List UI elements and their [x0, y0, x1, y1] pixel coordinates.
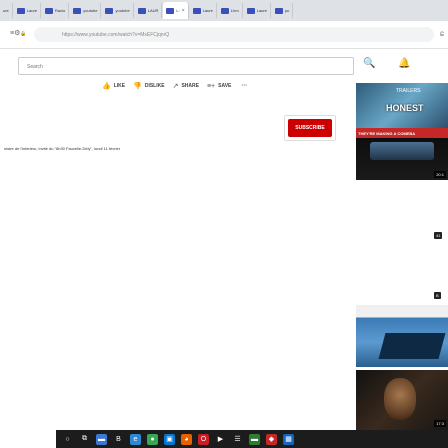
tab-label: Laure: [26, 8, 38, 13]
thumbnail-image: [378, 333, 446, 359]
tab-label: pu: [284, 8, 290, 13]
search-placeholder: Search: [27, 64, 43, 70]
browser-tab[interactable]: L: ×: [163, 2, 189, 19]
app-icon-7[interactable]: ▦: [283, 433, 294, 445]
thumbnail-badge: 41: [434, 232, 443, 239]
app-icon-1[interactable]: ▬: [96, 433, 107, 445]
search-input[interactable]: Search: [18, 57, 354, 75]
browser-tab[interactable]: Laure: [244, 3, 271, 18]
extension-icon[interactable]: ɕ: [440, 29, 444, 38]
site-favicon-icon: [192, 7, 201, 14]
app-icon-6[interactable]: ◆: [266, 433, 277, 445]
site-favicon-icon: [137, 7, 146, 14]
tab-label: youtube: [83, 8, 98, 13]
site-favicon-icon: [220, 7, 229, 14]
recommended-thumbnail-3[interactable]: [356, 305, 448, 367]
share-icon: ↗: [172, 83, 179, 90]
tab-label: youtube: [115, 8, 130, 13]
thumbnail-title: HONEST: [386, 103, 424, 113]
tab-label: Laure: [256, 8, 267, 13]
thumbnail-badge: B: [434, 292, 441, 299]
save-button[interactable]: ≡+ SAVE: [207, 83, 231, 90]
site-favicon-icon: [45, 7, 54, 14]
lock-icon: 🔒: [20, 31, 27, 37]
browser-tab[interactable]: pu: [272, 3, 294, 18]
app-icon-edge[interactable]: e: [130, 433, 141, 445]
browser-tab[interactable]: Racio: [42, 3, 70, 18]
url-field[interactable]: https://www.youtube.com/watch?v=MxEFCjqn…: [34, 27, 434, 42]
app-icon-2[interactable]: B: [113, 433, 124, 445]
app-icon-chrome[interactable]: ●: [147, 433, 158, 445]
dislike-label: DISLIKE: [144, 83, 165, 89]
search-icon[interactable]: 🔍: [363, 58, 375, 69]
thumbs-down-icon: 👎: [133, 83, 142, 90]
tabs-container: Laure Racio youtube youtube LAUR L: × Laure Lhm L…: [14, 2, 295, 19]
browser-tab[interactable]: Lhm: [218, 3, 243, 18]
tab-partial[interactable]: ure: [0, 3, 13, 18]
tab-label: Racio: [55, 8, 66, 13]
share-label: SHARE: [181, 83, 199, 89]
dislike-button[interactable]: 👎 DISLIKE: [133, 82, 164, 90]
subscribe-button[interactable]: SUBSCRIBE: [288, 119, 332, 137]
thumbnail-image: [370, 142, 434, 160]
app-icon-5[interactable]: ▬: [249, 433, 260, 445]
thumbs-up-icon: 👍: [102, 83, 111, 90]
browser-tabstrip: ure Laure Racio youtube youtube LAUR L: × Laure…: [0, 0, 448, 21]
site-favicon-icon: [105, 7, 114, 14]
app-icon-opera[interactable]: O: [198, 433, 209, 445]
address-bar-row: ≡⚙ https://www.youtube.com/watch?v=MxEFC…: [0, 21, 448, 49]
close-tab-icon[interactable]: ×: [182, 8, 185, 14]
video-actions: 👍 LIKE 👎 DISLIKE ↗ SHARE ≡+ SAVE ···: [102, 82, 247, 91]
search-icon[interactable]: ○: [62, 433, 73, 445]
like-label: LIKE: [113, 83, 126, 89]
browser-tab[interactable]: LAUR: [135, 3, 163, 18]
playlist-add-icon: ≡+: [206, 82, 216, 90]
taskbar: ○ ⧉ ▬ Be ● ▣ ◕ O ▶ ☰ ▬ ◆ ▦: [56, 430, 448, 448]
app-icon-store[interactable]: ▣: [164, 433, 175, 445]
video-description: nistre de l'intérieur, invité du "8h30 F…: [4, 146, 121, 151]
save-label: SAVE: [218, 83, 232, 89]
like-button[interactable]: 👍 LIKE: [102, 82, 125, 90]
app-icon-3[interactable]: ▶: [215, 433, 226, 445]
site-favicon-icon: [274, 7, 283, 14]
nav-icons[interactable]: ≡⚙: [10, 29, 20, 37]
thumbnail-image: [384, 378, 416, 420]
notification-bell-icon[interactable]: 🔔: [398, 58, 410, 69]
tab-label: Laure: [202, 8, 213, 13]
app-icon-firefox[interactable]: ◕: [181, 433, 192, 445]
video-duration: 17:3: [434, 420, 446, 427]
recommended-thumbnail-1[interactable]: TRAILERS HONEST: [356, 83, 448, 129]
site-favicon-icon: [16, 7, 25, 14]
more-actions-button[interactable]: ···: [241, 83, 247, 89]
url-text: https://www.youtube.com/watch?v=MxEFCjqn…: [62, 32, 170, 38]
recommended-thumbnail-2[interactable]: THEY'RE MAKING A COMEBA 20:1: [356, 128, 448, 180]
site-favicon-icon: [166, 7, 175, 14]
share-button[interactable]: ↗ SHARE: [173, 82, 199, 90]
tab-label: ure: [3, 8, 9, 13]
thumbnail-tag: TRAILERS: [396, 88, 421, 94]
tab-label: Lhm: [230, 8, 239, 13]
taskview-icon[interactable]: ⧉: [79, 433, 90, 445]
site-favicon-icon: [73, 7, 82, 14]
app-icon-4[interactable]: ☰: [232, 433, 243, 445]
video-duration: 20:1: [434, 171, 446, 178]
tab-label: L:: [176, 8, 180, 13]
site-favicon-icon: [246, 7, 255, 14]
browser-tab[interactable]: Laure: [190, 3, 217, 18]
browser-tab[interactable]: Laure: [14, 3, 42, 18]
tab-label: LAUR: [147, 8, 159, 13]
thumbnail-banner: THEY'RE MAKING A COMEBA: [356, 128, 448, 138]
browser-tab[interactable]: youtube: [102, 3, 134, 18]
browser-tab[interactable]: youtube: [70, 3, 102, 18]
